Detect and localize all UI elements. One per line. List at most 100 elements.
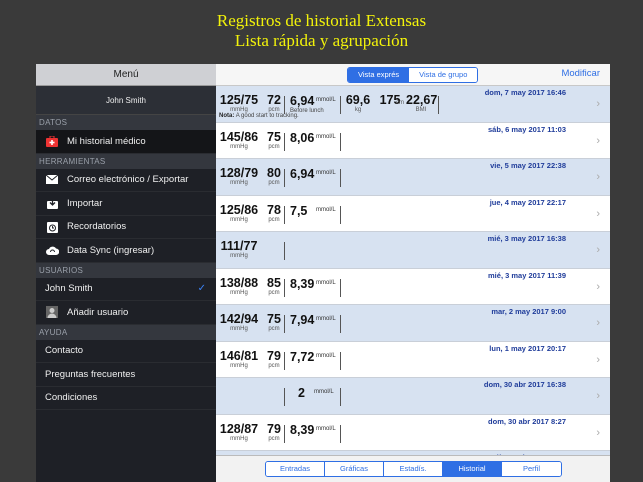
pulse-value: 75 pcm bbox=[263, 313, 285, 333]
promo-banner: Registros de historial Extensas Lista rá… bbox=[0, 0, 643, 64]
alarm-icon bbox=[45, 220, 59, 234]
table-row[interactable]: mié, 3 may 2017 16:38 › 111/77 mmHg bbox=[216, 232, 610, 269]
row-date: dom, 30 abr 2017 8:27 bbox=[488, 416, 566, 426]
seg-express-view[interactable]: Vista exprés bbox=[348, 68, 410, 82]
divider bbox=[340, 96, 341, 114]
table-row[interactable]: dom, 30 abr 2017 8:27 › 128/87 mmHg 79 pcm 8,3… bbox=[216, 414, 610, 451]
chevron-right-icon: › bbox=[596, 134, 600, 147]
table-row[interactable]: dom, 7 may 2017 16:46 › 125/75 mmHg 72 pcm 6,9… bbox=[216, 86, 610, 123]
sidebar-item-correo[interactable]: Correo electrónico / Exportar bbox=[36, 169, 216, 192]
tab-historial[interactable]: Historial bbox=[443, 462, 502, 476]
glucose-unit: mmol/L bbox=[314, 389, 334, 395]
pulse-unit: pcm bbox=[268, 180, 280, 186]
bp-value: 111/77 mmHg bbox=[219, 240, 259, 260]
sidebar-current-user[interactable]: John Smith bbox=[36, 86, 216, 115]
weight-number: 69,6 bbox=[345, 93, 371, 107]
divider bbox=[284, 351, 285, 370]
pulse-value: 75 pcm bbox=[263, 129, 285, 151]
divider bbox=[284, 278, 285, 297]
glucose-unit: mmol/L bbox=[316, 425, 336, 432]
table-row[interactable]: dom, 30 abr 2017 16:38 › 2 mmol/L bbox=[216, 378, 610, 415]
divider bbox=[340, 315, 341, 333]
pulse-unit: pcm bbox=[268, 143, 280, 150]
bp-value: 138/88 mmHg bbox=[219, 276, 259, 297]
tab-segmented-control: Entradas Gráficas Estadís. Historial Per… bbox=[265, 461, 562, 477]
sidebar-item-sync[interactable]: Data Sync (ingresar) bbox=[36, 239, 216, 263]
sidebar-item-condiciones[interactable]: Condiciones bbox=[36, 387, 216, 410]
tab-graficas[interactable]: Gráficas bbox=[325, 462, 384, 476]
row-date: vie, 5 may 2017 22:38 bbox=[490, 161, 566, 170]
chevron-right-icon: › bbox=[596, 353, 600, 366]
table-row[interactable]: lun, 1 may 2017 20:17 › 146/81 mmHg 79 pcm 7,7… bbox=[216, 341, 610, 378]
bp-number: 128/87 bbox=[219, 421, 259, 436]
sidebar-item-contacto[interactable]: Contacto bbox=[36, 340, 216, 363]
banner-line-1: Registros de historial Extensas bbox=[216, 11, 427, 30]
tab-entradas[interactable]: Entradas bbox=[266, 462, 325, 476]
divider bbox=[340, 424, 341, 443]
divider bbox=[284, 388, 285, 406]
bp-value: 145/86 mmHg bbox=[219, 129, 259, 151]
view-segmented-control: Vista exprés Vista de grupo bbox=[347, 67, 479, 83]
divider bbox=[340, 351, 341, 370]
note-label: Nota: bbox=[219, 113, 235, 119]
cloud-sync-icon bbox=[45, 243, 59, 257]
sidebar-item-historial[interactable]: Mi historial médico bbox=[36, 130, 216, 154]
glucose-unit: mmol/L bbox=[316, 352, 336, 359]
pulse-value: 79 pcm bbox=[263, 348, 285, 370]
divider bbox=[284, 96, 285, 114]
table-row[interactable]: mar, 2 may 2017 9:00 › 142/94 mmHg 75 pcm 7,94… bbox=[216, 305, 610, 342]
sidebar-title: Menú bbox=[36, 64, 216, 86]
bp-value: 128/79 mmHg bbox=[219, 167, 259, 187]
divider bbox=[340, 132, 341, 151]
row-date: lun, 1 may 2017 20:17 bbox=[489, 343, 566, 353]
row-note: Nota: A good start to tracking. bbox=[219, 113, 299, 119]
divider bbox=[340, 169, 341, 187]
glucose-number: 8,39 bbox=[290, 422, 315, 437]
sidebar-item-label: Recordatorios bbox=[67, 221, 127, 233]
bp-number: 125/86 bbox=[219, 202, 259, 217]
glucose-number: 8,39 bbox=[290, 276, 315, 291]
glucose-number: 6,94 bbox=[290, 94, 315, 108]
divider bbox=[340, 278, 341, 297]
weight-unit: kg bbox=[354, 107, 362, 113]
sidebar-item-importar[interactable]: Importar bbox=[36, 192, 216, 216]
bp-unit: mmHg bbox=[230, 362, 248, 369]
pulse-unit: pcm bbox=[268, 326, 280, 332]
divider bbox=[284, 315, 285, 333]
sidebar-item-anadir[interactable]: Añadir usuario bbox=[36, 301, 216, 325]
glucose-number: 7,72 bbox=[290, 349, 315, 364]
sidebar-item-label: Data Sync (ingresar) bbox=[67, 244, 155, 256]
table-row[interactable]: jue, 4 may 2017 22:17 › 125/86 mmHg 78 pcm 7,5… bbox=[216, 195, 610, 232]
section-datos: DATOS bbox=[36, 115, 216, 130]
sidebar-item-john[interactable]: John Smith ✓ bbox=[36, 278, 216, 301]
bp-unit: mmHg bbox=[230, 289, 248, 296]
pulse-number: 72 bbox=[267, 93, 281, 107]
row-date: mié, 3 may 2017 16:38 bbox=[487, 234, 566, 243]
table-row[interactable]: mié, 3 may 2017 11:39 › 138/88 mmHg 85 pcm 8,3… bbox=[216, 268, 610, 305]
glucose-unit: mmol/L bbox=[316, 170, 336, 176]
sidebar-item-preguntas[interactable]: Preguntas frecuentes bbox=[36, 363, 216, 387]
tab-estadis[interactable]: Estadís. bbox=[384, 462, 443, 476]
table-row[interactable]: vie, 5 may 2017 22:38 › 128/79 mmHg 80 pcm 6,9… bbox=[216, 159, 610, 196]
weight-value: 69,6 kg bbox=[344, 94, 372, 114]
glucose-unit: mmol/L bbox=[316, 97, 336, 103]
pulse-number: 79 bbox=[267, 348, 281, 363]
glucose-number: 8,06 bbox=[290, 130, 315, 145]
modify-button[interactable]: Modificar bbox=[561, 68, 600, 79]
divider bbox=[284, 132, 285, 151]
tab-perfil[interactable]: Perfil bbox=[502, 462, 561, 476]
sidebar-item-label: Importar bbox=[67, 197, 103, 209]
bp-number: 145/86 bbox=[219, 129, 259, 144]
note-text: A good start to tracking. bbox=[235, 113, 299, 119]
pulse-number: 75 bbox=[267, 129, 281, 144]
records-list: dom, 7 may 2017 16:46 › 125/75 mmHg 72 pcm 6,9… bbox=[216, 86, 610, 482]
sidebar-item-recordatorios[interactable]: Recordatorios bbox=[36, 216, 216, 239]
banner-line-2: Lista rápida y agrupación bbox=[234, 31, 409, 50]
seg-group-view[interactable]: Vista de grupo bbox=[409, 68, 478, 82]
bp-unit: mmHg bbox=[230, 143, 248, 150]
top-bar: Vista exprés Vista de grupo Modificar bbox=[216, 64, 610, 86]
glucose-number: 7,5 bbox=[290, 203, 308, 218]
bp-value: 125/75 mmHg bbox=[219, 94, 259, 114]
checkmark-icon: ✓ bbox=[197, 282, 206, 294]
table-row[interactable]: sáb, 6 may 2017 11:03 › 145/86 mmHg 75 pcm 8,0… bbox=[216, 122, 610, 159]
